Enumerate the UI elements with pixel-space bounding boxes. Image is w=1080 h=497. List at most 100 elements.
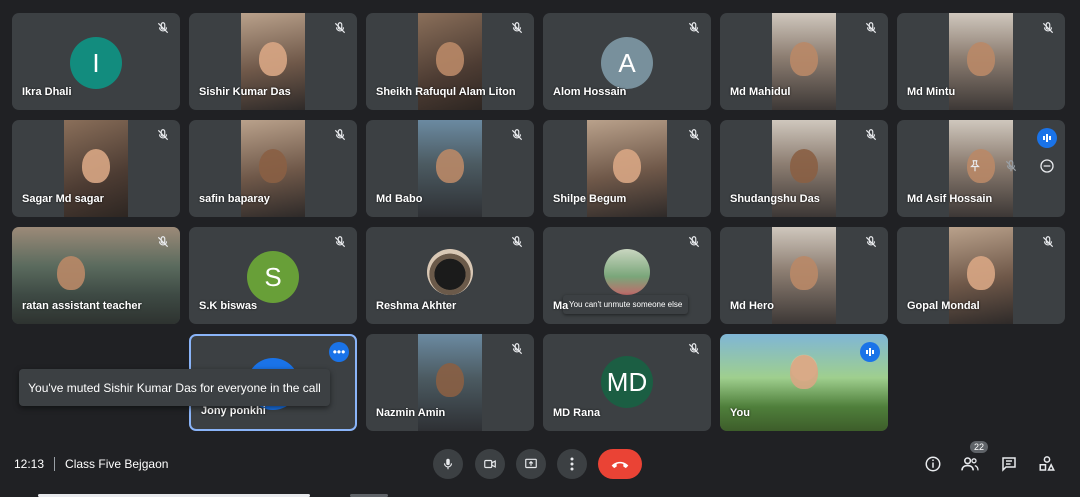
participant-name: Md Mintu [907, 86, 956, 98]
mute-participant-icon[interactable] [999, 154, 1023, 178]
mic-off-icon [865, 129, 877, 141]
info-icon [925, 456, 941, 472]
participant-tile[interactable]: ratan assistant teacher [12, 227, 180, 324]
participant-tile[interactable]: MD MD Rana [543, 334, 711, 431]
activities-icon [1039, 456, 1055, 471]
speaking-indicator-icon [1037, 128, 1057, 148]
meeting-title: Class Five Bejgaon [65, 457, 169, 471]
mic-off-icon [865, 236, 877, 248]
participant-tile[interactable]: Gopal Mondal [897, 227, 1065, 324]
participant-name: S.K biswas [199, 300, 258, 312]
participant-name: Md Mahidul [730, 86, 791, 98]
participant-tile[interactable]: Sishir Kumar Das [189, 13, 357, 110]
participant-name: Jony ponkhi [201, 405, 266, 417]
unmute-tooltip: You can't unmute someone else [563, 295, 689, 314]
mic-off-icon [334, 22, 346, 34]
mic-off-icon [688, 129, 700, 141]
people-button[interactable] [959, 453, 981, 475]
mic-off-icon [157, 129, 169, 141]
participant-tile[interactable]: S S.K biswas [189, 227, 357, 324]
participant-name: Sheikh Rafuqul Alam Liton [376, 86, 516, 98]
more-options-icon[interactable]: ••• [329, 342, 349, 362]
mic-off-icon [688, 22, 700, 34]
participant-tile[interactable]: Sheikh Rafuqul Alam Liton [366, 13, 534, 110]
participant-tile[interactable]: Md Mahidul [720, 13, 888, 110]
mic-off-icon [157, 236, 169, 248]
activities-button[interactable] [1036, 453, 1058, 475]
avatar: MD [601, 356, 653, 408]
mic-off-icon [511, 343, 523, 355]
mic-off-icon [511, 22, 523, 34]
people-count-badge: 22 [970, 441, 989, 453]
mic-off-icon [688, 343, 700, 355]
participant-name: ratan assistant teacher [22, 300, 142, 312]
participant-name: Md Babo [376, 193, 423, 205]
mic-off-icon [334, 129, 346, 141]
participant-tile[interactable]: Nazmin Amin [366, 334, 534, 431]
avatar [427, 249, 473, 295]
mic-off-icon [157, 22, 169, 34]
pin-icon[interactable] [963, 154, 987, 178]
participant-name: Md Asif Hossain [907, 193, 993, 205]
meeting-time: 12:13 [14, 457, 45, 471]
leave-call-button[interactable] [598, 449, 642, 479]
present-screen-icon [525, 458, 537, 469]
participant-tile-self[interactable]: You [720, 334, 888, 431]
speaking-indicator-icon [860, 342, 880, 362]
participant-name: You [730, 407, 750, 419]
mic-off-icon [511, 236, 523, 248]
people-icon [961, 457, 979, 471]
participant-tile[interactable]: safin baparay [189, 120, 357, 217]
participant-tile[interactable]: Md Hero [720, 227, 888, 324]
participant-name: Md Hero [730, 300, 774, 312]
participant-name: Shilpe Begum [553, 193, 627, 205]
meeting-details-button[interactable] [922, 453, 944, 475]
microphone-icon [443, 458, 453, 470]
tile-hover-actions [963, 154, 1059, 178]
avatar: A [601, 37, 653, 89]
mic-off-icon [1042, 236, 1054, 248]
participant-tile[interactable]: Shudangshu Das [720, 120, 888, 217]
video-feed [418, 120, 482, 217]
participant-name: MD Rana [553, 407, 601, 419]
more-vert-icon [570, 457, 574, 471]
mic-off-icon [511, 129, 523, 141]
avatar: I [70, 37, 122, 89]
participant-tile[interactable]: Md Asif Hossain [897, 120, 1065, 217]
participant-tile[interactable]: Shilpe Begum [543, 120, 711, 217]
remove-participant-icon[interactable] [1035, 154, 1059, 178]
avatar [604, 249, 650, 295]
mic-off-icon [1042, 22, 1054, 34]
participant-name: Alom Hossain [553, 86, 627, 98]
participant-tile[interactable]: Md Babo [366, 120, 534, 217]
more-options-button[interactable] [557, 449, 587, 479]
microphone-button[interactable] [433, 449, 463, 479]
participant-tile[interactable]: Md Mintu [897, 13, 1065, 110]
camera-button[interactable] [475, 449, 505, 479]
muted-notification: You've muted Sishir Kumar Das for everyo… [19, 369, 330, 406]
video-feed [772, 227, 836, 324]
participant-name: safin baparay [199, 193, 270, 205]
participant-tile[interactable]: A Alom Hossain [543, 13, 711, 110]
participant-tile[interactable]: Sagar Md sagar [12, 120, 180, 217]
participant-name: Reshma Akhter [376, 300, 457, 312]
participant-tile[interactable]: Reshma Akhter [366, 227, 534, 324]
meeting-info: 12:13 Class Five Bejgaon [14, 457, 168, 471]
participant-tile[interactable]: You can't unmute someone else Ma [543, 227, 711, 324]
participant-name: Gopal Mondal [907, 300, 980, 312]
participant-tile[interactable]: I Ikra Dhali [12, 13, 180, 110]
participant-name: Shudangshu Das [730, 193, 820, 205]
participant-name: Sagar Md sagar [22, 193, 104, 205]
mic-off-icon [688, 236, 700, 248]
video-feed [949, 13, 1013, 110]
participant-name: Sishir Kumar Das [199, 86, 291, 98]
mic-off-icon [865, 22, 877, 34]
hang-up-icon [611, 461, 629, 469]
participant-name: Nazmin Amin [376, 407, 446, 419]
divider [54, 457, 56, 471]
present-screen-button[interactable] [516, 449, 546, 479]
mic-off-icon [334, 236, 346, 248]
participant-name: Ma [553, 300, 569, 312]
chat-button[interactable] [998, 453, 1020, 475]
bottom-toolbar: 12:13 Class Five Bejgaon 22 [0, 440, 1080, 486]
